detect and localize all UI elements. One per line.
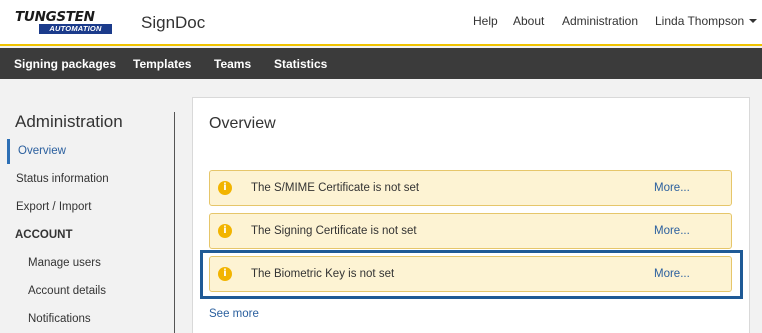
logo-subtitle: AUTOMATION [39, 24, 112, 34]
sidebar-item-account-details[interactable]: Account details [28, 285, 106, 297]
nav-signing-packages[interactable]: Signing packages [14, 57, 116, 71]
user-name: Linda Thompson [655, 14, 745, 28]
active-indicator [7, 139, 10, 164]
sidebar-title: Administration [15, 112, 123, 131]
page-title: Overview [209, 115, 276, 132]
info-icon: i [218, 224, 232, 238]
alert-message: The Signing Certificate is not set [251, 225, 417, 237]
highlight-box [200, 250, 743, 299]
tungsten-logo[interactable]: TUNGSTEN AUTOMATION [15, 9, 112, 35]
chevron-down-icon [749, 18, 758, 23]
alert-signing-certificate: i The Signing Certificate is not set Mor… [209, 213, 732, 249]
sidebar-divider [174, 112, 175, 333]
alert-message: The S/MIME Certificate is not set [251, 182, 420, 194]
sidebar-item-notifications[interactable]: Notifications [28, 313, 91, 325]
sidebar-item-manage-users[interactable]: Manage users [28, 257, 101, 269]
more-link[interactable]: More... [654, 225, 690, 237]
help-link[interactable]: Help [473, 14, 498, 28]
top-bar: TUNGSTEN AUTOMATION SignDoc Help About A… [0, 0, 762, 46]
administration-link[interactable]: Administration [562, 14, 638, 28]
main-nav: Signing packages Templates Teams Statist… [0, 48, 762, 79]
sidebar-item-status-information[interactable]: Status information [16, 173, 109, 185]
user-menu[interactable]: Linda Thompson [655, 14, 758, 28]
app-title: SignDoc [141, 13, 206, 32]
sidebar-item-export-import[interactable]: Export / Import [16, 201, 91, 213]
nav-templates[interactable]: Templates [133, 57, 191, 71]
logo-wordmark: TUNGSTEN [15, 9, 95, 25]
see-more-link[interactable]: See more [209, 308, 259, 320]
alert-smime-certificate: i The S/MIME Certificate is not set More… [209, 170, 732, 206]
more-link[interactable]: More... [654, 182, 690, 194]
sidebar-section-account: ACCOUNT [15, 229, 73, 241]
nav-statistics[interactable]: Statistics [274, 57, 327, 71]
info-icon: i [218, 181, 232, 195]
about-link[interactable]: About [513, 14, 544, 28]
sidebar-item-overview[interactable]: Overview [18, 145, 66, 157]
nav-teams[interactable]: Teams [214, 57, 251, 71]
